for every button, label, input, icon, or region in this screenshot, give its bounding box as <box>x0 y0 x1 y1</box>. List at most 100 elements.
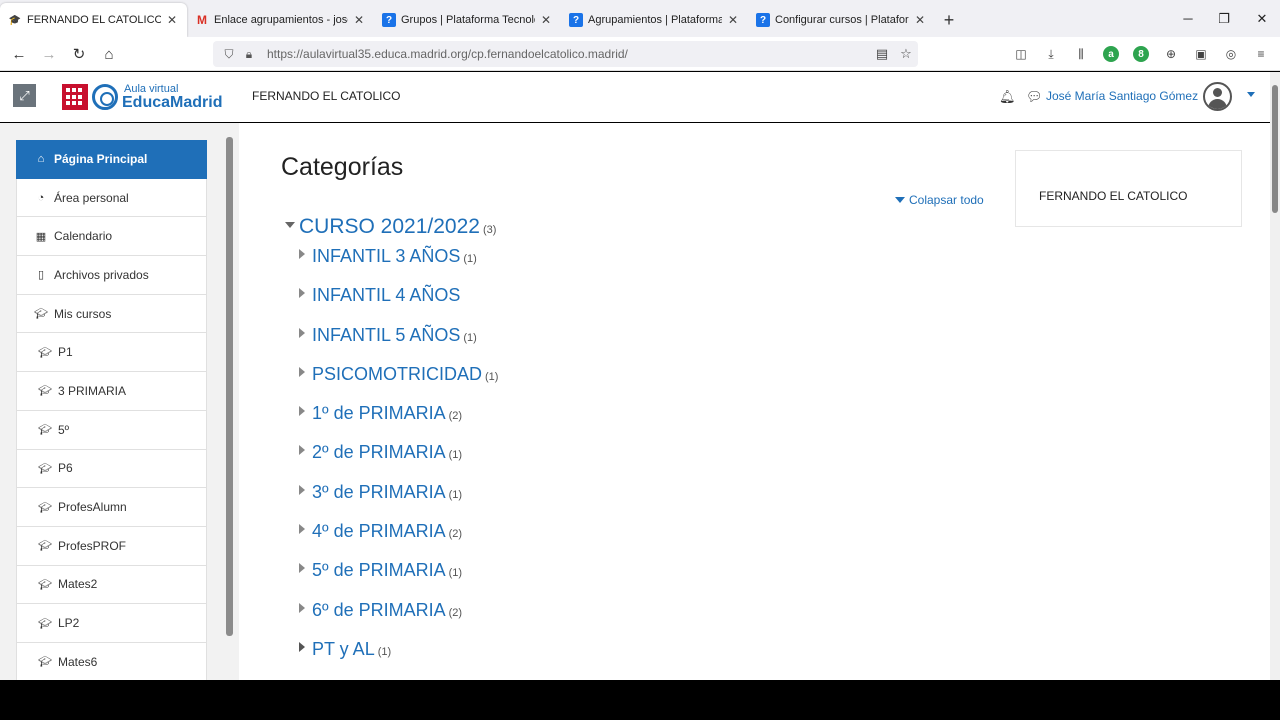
category-root[interactable]: CURSO 2021/2022 (3) <box>285 215 496 239</box>
gmail-icon: M <box>197 13 207 27</box>
caret-right-icon[interactable] <box>299 406 305 417</box>
nav-item-calendar[interactable]: ▦ Calendario <box>16 217 207 257</box>
browser-tab[interactable]: ? Grupos | Plataforma Tecnológic ✕ <box>374 3 561 37</box>
extension-dark-icon[interactable]: ▣ <box>1193 46 1209 62</box>
subcategory-item[interactable]: INFANTIL 3 AÑOS (1) <box>299 246 498 285</box>
category-name[interactable]: 6º de PRIMARIA <box>312 600 446 621</box>
close-icon[interactable]: ✕ <box>352 13 366 27</box>
nav-item-course[interactable]: 🎓︎ 3 PRIMARIA <box>16 372 207 411</box>
reader-view-icon[interactable]: ▤ <box>870 46 894 62</box>
help-icon: ? <box>382 13 396 27</box>
caret-right-icon[interactable] <box>299 366 305 377</box>
account-icon[interactable]: ◎ <box>1223 46 1239 62</box>
bell-icon[interactable]: 🔔︎ <box>999 89 1016 105</box>
reload-button[interactable]: ↻ <box>68 43 90 65</box>
subcategory-item[interactable]: 2º de PRIMARIA (1) <box>299 442 498 481</box>
browser-tab[interactable]: 🎓 FERNANDO EL CATOLICO ✕ <box>0 3 187 37</box>
close-window-button[interactable]: ✕ <box>1242 0 1280 37</box>
new-tab-button[interactable]: + <box>935 3 963 37</box>
category-name[interactable]: PT y AL <box>312 639 375 660</box>
nav-item-my-courses[interactable]: 🎓︎ Mis cursos <box>16 294 207 334</box>
subcategory-item[interactable]: 1º de PRIMARIA (2) <box>299 403 498 442</box>
subcategory-item[interactable]: INFANTIL 5 AÑOS (1) <box>299 325 498 364</box>
chevron-down-icon[interactable] <box>1247 92 1255 97</box>
category-name[interactable]: 1º de PRIMARIA <box>312 403 446 424</box>
caret-right-icon[interactable] <box>299 524 305 535</box>
caret-right-icon[interactable] <box>299 288 305 299</box>
category-name[interactable]: INFANTIL 3 AÑOS <box>312 246 460 267</box>
sidebar-scrollbar[interactable] <box>226 137 233 636</box>
nav-item-course[interactable]: 🎓︎ ProfesPROF <box>16 526 207 566</box>
category-name[interactable]: CURSO 2021/2022 <box>299 215 480 239</box>
page-scrollbar[interactable] <box>1270 72 1280 680</box>
expand-icon[interactable]: ⤢ <box>13 84 36 107</box>
nav-item-course[interactable]: 🎓︎ ProfesAlumn <box>16 488 207 527</box>
caret-right-icon[interactable] <box>299 249 305 259</box>
category-name[interactable]: 2º de PRIMARIA <box>312 442 446 463</box>
site-name-link[interactable]: FERNANDO EL CATOLICO <box>252 89 400 103</box>
calendar-icon: ▦ <box>35 230 47 243</box>
subcategory-item[interactable]: INFANTIL 4 AÑOS <box>299 285 498 324</box>
educamadrid-logo[interactable]: Aula virtual EducaMadrid <box>62 82 222 112</box>
collapse-all-link[interactable]: Colapsar todo <box>895 193 984 207</box>
forward-button[interactable]: → <box>38 43 60 65</box>
subcategory-item[interactable]: PSICOMOTRICIDAD (1) <box>299 364 498 403</box>
category-name[interactable]: 5º de PRIMARIA <box>312 560 446 581</box>
caret-right-icon[interactable] <box>299 484 305 495</box>
close-icon[interactable]: ✕ <box>913 13 927 27</box>
caret-right-icon[interactable] <box>299 327 305 338</box>
extension-a-icon[interactable]: a <box>1103 46 1119 62</box>
caret-right-icon[interactable] <box>299 602 305 613</box>
home-button[interactable]: ⌂ <box>98 43 120 65</box>
subcategory-item[interactable]: 5º de PRIMARIA (1) <box>299 560 498 599</box>
bookmark-star-icon[interactable]: ☆ <box>894 46 918 62</box>
nav-item-course[interactable]: 🎓︎ Mates6 <box>16 642 207 680</box>
nav-item-course[interactable]: 🎓︎ P1 <box>16 333 207 373</box>
menu-icon[interactable]: ≡ <box>1253 46 1269 62</box>
avatar[interactable] <box>1203 82 1232 111</box>
restore-button[interactable]: ❐ <box>1204 0 1244 37</box>
browser-tab[interactable]: ? Configurar cursos | Plataforma T ✕ <box>748 3 935 37</box>
url-bar[interactable]: ⛉ 🔒︎ https://aulavirtual35.educa.madrid.… <box>213 41 918 67</box>
category-name[interactable]: INFANTIL 5 AÑOS <box>312 325 460 346</box>
nav-item-private-files[interactable]: ▯ Archivos privados <box>16 256 207 295</box>
zoom-extension-icon[interactable]: ⊕ <box>1163 46 1179 62</box>
nav-item-home[interactable]: ⌂ Página Principal <box>16 140 207 179</box>
user-menu-name[interactable]: José María Santiago Gómez <box>1046 89 1198 103</box>
close-icon[interactable]: ✕ <box>165 13 179 27</box>
nav-item-course[interactable]: 🎓︎ P6 <box>16 449 207 489</box>
lock-icon[interactable]: 🔒︎ <box>239 47 259 62</box>
scrollbar-thumb[interactable] <box>1272 85 1278 213</box>
download-icon[interactable]: ⤓ <box>1043 46 1059 62</box>
nav-item-dashboard[interactable]: ◔ Área personal <box>16 178 207 218</box>
back-button[interactable]: ← <box>8 43 30 65</box>
message-icon[interactable]: 💬︎ <box>1026 89 1043 105</box>
category-name[interactable]: 3º de PRIMARIA <box>312 482 446 503</box>
url-text[interactable]: https://aulavirtual35.educa.madrid.org/c… <box>267 47 870 61</box>
category-name[interactable]: 4º de PRIMARIA <box>312 521 446 542</box>
caret-right-icon[interactable] <box>299 445 305 456</box>
browser-tab[interactable]: M Enlace agrupamientos - josema ✕ <box>187 3 374 37</box>
nav-item-course[interactable]: 🎓︎ Mates2 <box>16 565 207 605</box>
caret-right-icon[interactable] <box>299 641 305 652</box>
caret-right-icon[interactable] <box>299 563 305 574</box>
category-name[interactable]: INFANTIL 4 AÑOS <box>312 285 460 306</box>
library-icon[interactable]: ⫼ <box>1073 46 1089 62</box>
pocket-icon[interactable]: ◫ <box>1013 46 1029 62</box>
nav-item-course[interactable]: 🎓︎ LP2 <box>16 604 207 643</box>
caret-down-icon[interactable] <box>285 222 295 228</box>
minimize-button[interactable]: ─ <box>1168 0 1208 37</box>
close-icon[interactable]: ✕ <box>726 13 740 27</box>
help-icon: ? <box>756 13 770 27</box>
extension-green-icon[interactable]: 8 <box>1133 46 1149 62</box>
browser-tab[interactable]: ? Agrupamientos | Plataforma Te ✕ <box>561 3 748 37</box>
shield-icon[interactable]: ⛉ <box>219 47 239 62</box>
subcategory-item[interactable]: 4º de PRIMARIA (2) <box>299 521 498 560</box>
category-count: (2) <box>448 528 463 541</box>
subcategory-item[interactable]: PT y AL (1) <box>299 639 498 678</box>
subcategory-item[interactable]: 6º de PRIMARIA (2) <box>299 600 498 639</box>
nav-item-course[interactable]: 🎓︎ 5º <box>16 410 207 450</box>
subcategory-item[interactable]: 3º de PRIMARIA (1) <box>299 482 498 521</box>
close-icon[interactable]: ✕ <box>539 13 553 27</box>
category-name[interactable]: PSICOMOTRICIDAD <box>312 364 482 385</box>
